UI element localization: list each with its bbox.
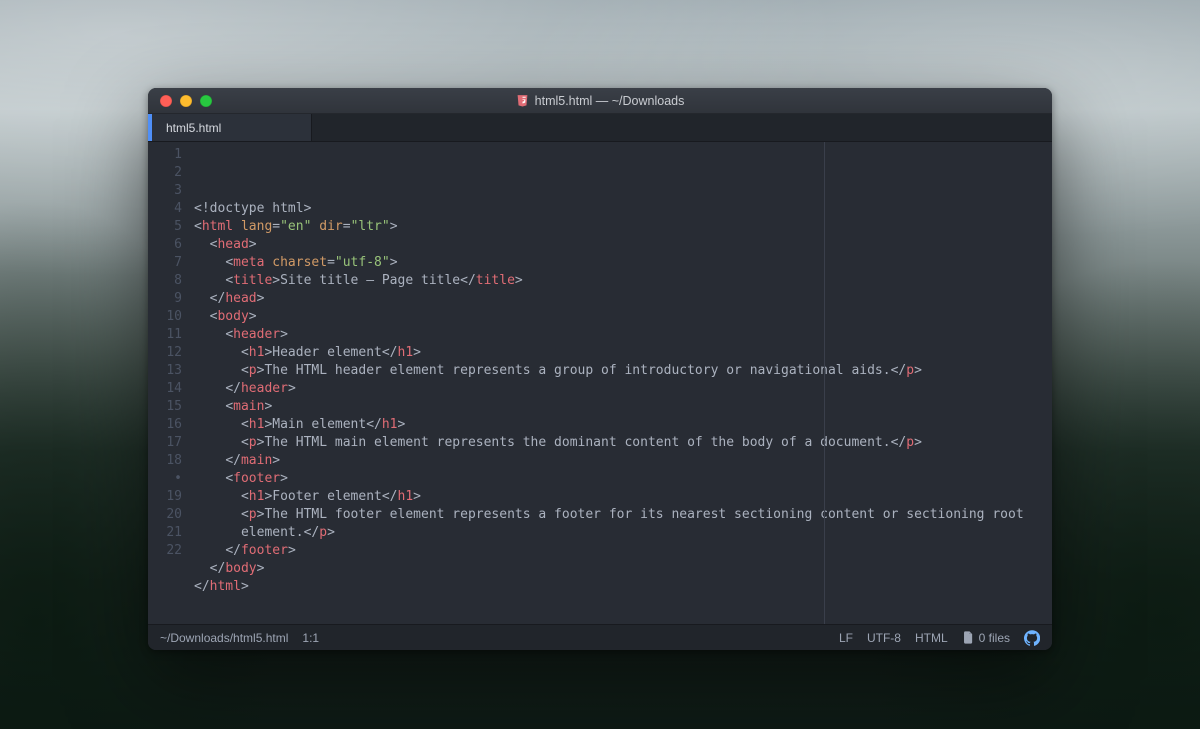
line-number-gutter[interactable]: 123456789101112131415161718•19202122: [148, 142, 192, 624]
line-number[interactable]: •: [148, 470, 182, 488]
line-number[interactable]: 4: [148, 200, 182, 218]
status-bar: ~/Downloads/html5.html 1:1 LF UTF-8 HTML…: [148, 624, 1052, 650]
line-number[interactable]: 16: [148, 416, 182, 434]
code-line[interactable]: <body>: [194, 308, 1052, 326]
line-number[interactable]: 1: [148, 146, 182, 164]
code-line[interactable]: <head>: [194, 236, 1052, 254]
line-number[interactable]: 7: [148, 254, 182, 272]
line-number[interactable]: 11: [148, 326, 182, 344]
zoom-window-button[interactable]: [200, 95, 212, 107]
editor-body[interactable]: 123456789101112131415161718•19202122 <!d…: [148, 142, 1052, 624]
tab-bar[interactable]: html5.html: [148, 114, 1052, 142]
line-number[interactable]: 8: [148, 272, 182, 290]
code-line[interactable]: </head>: [194, 290, 1052, 308]
code-line[interactable]: <header>: [194, 326, 1052, 344]
code-line[interactable]: <main>: [194, 398, 1052, 416]
line-number[interactable]: 10: [148, 308, 182, 326]
line-number[interactable]: 17: [148, 434, 182, 452]
line-number[interactable]: 18: [148, 452, 182, 470]
line-number[interactable]: 12: [148, 344, 182, 362]
editor-window: html5.html — ~/Downloads html5.html 1234…: [148, 88, 1052, 650]
line-number[interactable]: 19: [148, 488, 182, 506]
line-number[interactable]: 6: [148, 236, 182, 254]
code-line[interactable]: </header>: [194, 380, 1052, 398]
window-title: html5.html — ~/Downloads: [148, 94, 1052, 108]
code-line[interactable]: <p>The HTML main element represents the …: [194, 434, 1052, 452]
status-encoding[interactable]: UTF-8: [867, 631, 901, 645]
code-line[interactable]: <meta charset="utf-8">: [194, 254, 1052, 272]
code-area[interactable]: <!doctype html><html lang="en" dir="ltr"…: [192, 142, 1052, 624]
status-filepath[interactable]: ~/Downloads/html5.html: [160, 631, 288, 645]
line-number[interactable]: 14: [148, 380, 182, 398]
tab-html5[interactable]: html5.html: [152, 114, 312, 141]
code-line[interactable]: </footer>: [194, 542, 1052, 560]
wrap-guide: [824, 142, 825, 624]
line-number[interactable]: 15: [148, 398, 182, 416]
git-files-text: 0 files: [979, 631, 1010, 645]
code-line[interactable]: <p>The HTML header element represents a …: [194, 362, 1052, 380]
minimize-window-button[interactable]: [180, 95, 192, 107]
line-number[interactable]: 21: [148, 524, 182, 542]
status-language[interactable]: HTML: [915, 631, 948, 645]
code-line[interactable]: <p>The HTML footer element represents a …: [194, 506, 1052, 524]
code-line[interactable]: </main>: [194, 452, 1052, 470]
close-window-button[interactable]: [160, 95, 172, 107]
code-line[interactable]: <h1>Main element</h1>: [194, 416, 1052, 434]
git-files-indicator[interactable]: 0 files: [962, 631, 1010, 645]
code-line[interactable]: <!doctype html>: [194, 200, 1052, 218]
code-line[interactable]: [194, 596, 1052, 614]
line-number[interactable]: 3: [148, 182, 182, 200]
titlebar[interactable]: html5.html — ~/Downloads: [148, 88, 1052, 114]
code-line[interactable]: <html lang="en" dir="ltr">: [194, 218, 1052, 236]
status-line-ending[interactable]: LF: [839, 631, 853, 645]
github-icon[interactable]: [1024, 630, 1040, 646]
code-line[interactable]: element.</p>: [194, 524, 1052, 542]
tab-label: html5.html: [166, 121, 221, 135]
code-line[interactable]: <h1>Header element</h1>: [194, 344, 1052, 362]
line-number[interactable]: 9: [148, 290, 182, 308]
status-cursor-position[interactable]: 1:1: [302, 631, 319, 645]
window-title-text: html5.html — ~/Downloads: [535, 94, 685, 108]
html-file-icon: [516, 94, 529, 107]
line-number[interactable]: 13: [148, 362, 182, 380]
line-number[interactable]: 2: [148, 164, 182, 182]
code-line[interactable]: <h1>Footer element</h1>: [194, 488, 1052, 506]
window-controls: [160, 95, 212, 107]
line-number[interactable]: 20: [148, 506, 182, 524]
line-number[interactable]: 5: [148, 218, 182, 236]
code-line[interactable]: <footer>: [194, 470, 1052, 488]
line-number[interactable]: 22: [148, 542, 182, 560]
code-line[interactable]: <title>Site title – Page title</title>: [194, 272, 1052, 290]
code-line[interactable]: </body>: [194, 560, 1052, 578]
code-line[interactable]: </html>: [194, 578, 1052, 596]
